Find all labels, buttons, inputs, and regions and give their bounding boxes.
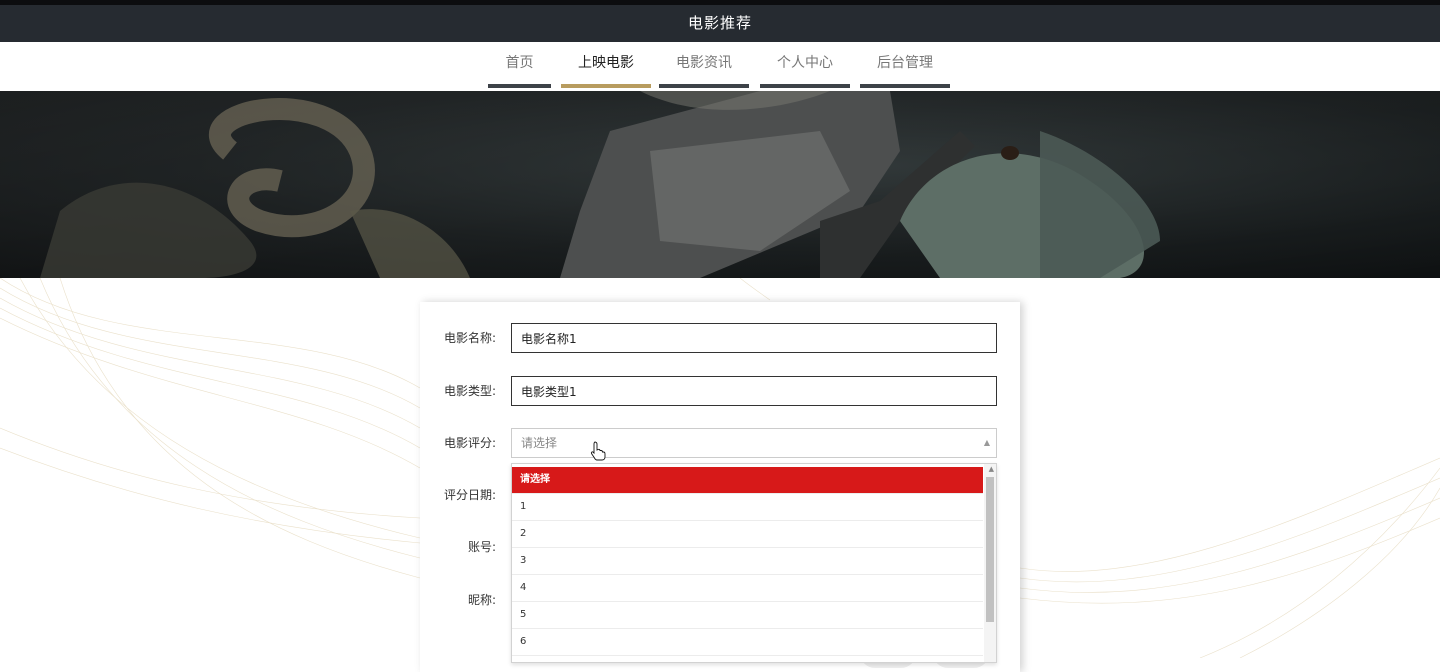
nav-item-movie-news[interactable]: 电影资讯 bbox=[659, 42, 749, 88]
rating-dropdown-list[interactable]: 请选择 1 2 3 4 5 6 ▲ bbox=[511, 463, 997, 663]
dropdown-option-6[interactable]: 6 bbox=[512, 629, 983, 656]
scroll-up-icon[interactable]: ▲ bbox=[989, 465, 994, 473]
form-row-movie-rating: 电影评分: 请选择 ▲ bbox=[420, 428, 1020, 458]
movie-name-label: 电影名称: bbox=[443, 331, 496, 345]
nav-item-personal-center[interactable]: 个人中心 bbox=[760, 42, 850, 88]
banner-illustration bbox=[0, 91, 1440, 278]
dropdown-option-3[interactable]: 3 bbox=[512, 548, 983, 575]
dropdown-option-2[interactable]: 2 bbox=[512, 521, 983, 548]
dropdown-scrollbar[interactable]: ▲ bbox=[984, 464, 996, 662]
hero-banner bbox=[0, 91, 1440, 278]
nav-item-now-showing[interactable]: 上映电影 bbox=[561, 42, 651, 88]
nav-item-home[interactable]: 首页 bbox=[488, 42, 551, 88]
movie-type-input[interactable] bbox=[511, 376, 997, 406]
movie-rating-select[interactable]: 请选择 ▲ bbox=[511, 428, 997, 458]
movie-name-input[interactable] bbox=[511, 323, 997, 353]
dropdown-option-4[interactable]: 4 bbox=[512, 575, 983, 602]
form-row-movie-type: 电影类型: bbox=[420, 376, 1020, 406]
select-arrow-icon: ▲ bbox=[983, 438, 990, 447]
dropdown-scroll-thumb[interactable] bbox=[986, 477, 994, 622]
hand-pointer-icon bbox=[590, 441, 606, 461]
main-nav: 首页 上映电影 电影资讯 个人中心 后台管理 bbox=[0, 42, 1440, 90]
movie-rating-label: 电影评分: bbox=[443, 436, 496, 450]
account-label: 账号: bbox=[467, 540, 496, 554]
movie-type-label: 电影类型: bbox=[443, 384, 496, 398]
nickname-label: 昵称: bbox=[467, 593, 496, 607]
form-row-movie-name: 电影名称: bbox=[420, 323, 1020, 353]
dropdown-option-placeholder[interactable]: 请选择 bbox=[512, 467, 983, 494]
dropdown-option-1[interactable]: 1 bbox=[512, 494, 983, 521]
top-header: 电影推荐 bbox=[0, 0, 1440, 42]
movie-rating-placeholder: 请选择 bbox=[521, 436, 558, 450]
dropdown-option-5[interactable]: 5 bbox=[512, 602, 983, 629]
site-title: 电影推荐 bbox=[687, 14, 752, 32]
nav-item-admin[interactable]: 后台管理 bbox=[860, 42, 950, 88]
rating-date-label: 评分日期: bbox=[443, 488, 496, 502]
